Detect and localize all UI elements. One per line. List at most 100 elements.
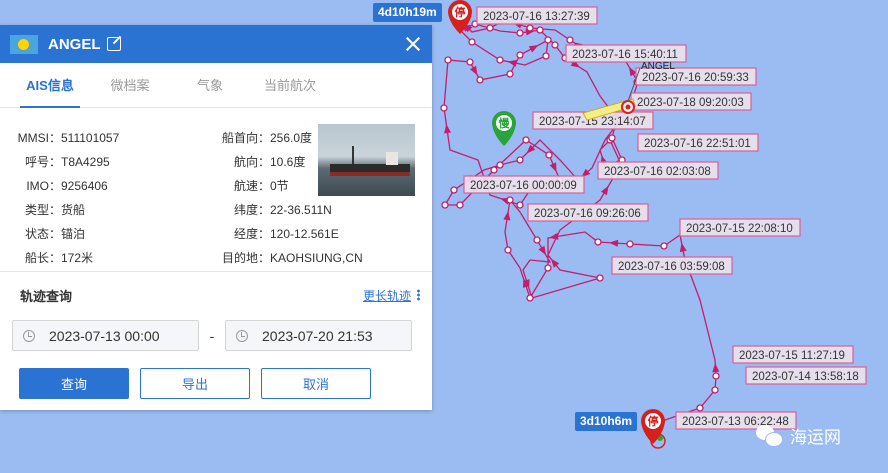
track-point[interactable] — [660, 242, 668, 250]
track-point[interactable] — [456, 201, 464, 209]
track-point[interactable] — [476, 76, 484, 84]
callsign-label: 呼号： — [24, 155, 61, 169]
lon-label: 经度： — [233, 227, 270, 241]
status-label: 状态： — [24, 227, 61, 241]
start-date-field[interactable]: 2023-07-13 00:00 — [12, 320, 199, 351]
svg-text:慢: 慢 — [499, 116, 511, 130]
track-point[interactable] — [712, 372, 720, 380]
track-point[interactable] — [496, 56, 504, 64]
track-point[interactable] — [711, 386, 719, 394]
timestamp-text: 2023-07-16 15:40:11 — [572, 49, 678, 61]
tab-micro-profile[interactable]: 微档案 — [90, 63, 170, 107]
timestamp-text: 2023-07-16 02:03:08 — [604, 166, 711, 178]
track-point[interactable] — [444, 56, 452, 64]
track-point[interactable] — [594, 238, 602, 246]
stop-duration-top: 4d10h19m — [373, 3, 442, 22]
timestamp-label: 2023-07-16 03:59:08 — [611, 256, 733, 275]
tab-current-voyage[interactable]: 当前航次 — [250, 63, 330, 107]
stop-duration-bottom: 3d10h6m — [575, 412, 638, 431]
speed-label: 航速： — [233, 179, 270, 193]
cancel-button[interactable]: 取消 — [261, 368, 371, 399]
length-label: 船长： — [24, 251, 61, 265]
svg-text:停: 停 — [455, 5, 466, 19]
timestamp-label: 2023-07-18 09:20:03 — [630, 92, 752, 111]
ship-info-panel: ANGEL AIS信息 微档案 气象 当前航次 MMSI：511101057 呼… — [0, 25, 432, 410]
track-point[interactable] — [626, 240, 634, 248]
track-point[interactable] — [440, 104, 448, 112]
track-point[interactable] — [496, 161, 504, 169]
speed-value: 0节 — [270, 179, 289, 193]
timestamp-text: 2023-07-16 13:27:39 — [483, 11, 590, 23]
track-point[interactable] — [526, 24, 534, 32]
track-point[interactable] — [450, 186, 458, 194]
dest-value: KAOHSIUNG,CN — [270, 251, 363, 265]
track-point[interactable] — [526, 294, 534, 302]
track-point[interactable] — [545, 151, 553, 159]
track-point[interactable] — [596, 274, 604, 282]
heading-label: 船首向： — [221, 131, 270, 145]
timestamp-text: 2023-07-18 09:20:03 — [637, 97, 744, 109]
tab-ais-info[interactable]: AIS信息 — [10, 63, 90, 108]
mmsi-label: MMSI： — [17, 131, 61, 145]
clock-icon — [236, 329, 248, 342]
timestamp-label: 2023-07-16 00:00:09 — [463, 175, 585, 194]
ship-photo[interactable] — [318, 124, 415, 196]
track-point[interactable] — [516, 156, 524, 164]
more-options-icon[interactable] — [417, 289, 420, 301]
longer-track-link[interactable]: 更长轨迹 — [363, 287, 411, 304]
timestamp-label: 2023-07-15 22:08:10 — [679, 218, 801, 237]
track-point[interactable] — [504, 246, 512, 254]
ais-info-grid: MMSI：511101057 呼号：T8A4295 IMO：9256406 类型… — [0, 108, 432, 271]
track-point[interactable] — [468, 38, 476, 46]
wechat-icon — [756, 424, 783, 447]
length-value: 172米 — [61, 251, 94, 265]
track-query-section: 轨迹查询 更长轨迹 2023-07-13 00:00 - 2023-07-20 … — [0, 272, 432, 399]
track-point[interactable] — [551, 41, 559, 49]
track-point[interactable] — [506, 196, 514, 204]
end-date-field[interactable]: 2023-07-20 21:53 — [225, 320, 412, 351]
track-point[interactable] — [608, 134, 616, 142]
track-point[interactable] — [566, 36, 574, 44]
timestamp-text: 2023-07-16 09:26:06 — [534, 208, 641, 220]
track-point[interactable] — [544, 264, 552, 272]
start-date-value: 2023-07-13 00:00 — [49, 327, 160, 344]
track-point[interactable] — [544, 36, 552, 44]
track-point[interactable] — [516, 201, 524, 209]
ship-label: ANGEL — [641, 61, 675, 72]
course-label: 航向： — [233, 155, 270, 169]
track-point[interactable] — [490, 166, 498, 174]
track-point[interactable] — [516, 51, 524, 59]
clock-icon — [23, 329, 35, 342]
track-point[interactable] — [506, 70, 514, 78]
track-point[interactable] — [522, 136, 530, 144]
lat-value: 22-36.511N — [270, 203, 332, 217]
query-button[interactable]: 查询 — [19, 368, 129, 399]
ship-name: ANGEL — [48, 35, 101, 53]
tab-weather[interactable]: 气象 — [170, 63, 250, 107]
timestamp-text: 2023-07-15 22:08:10 — [686, 223, 793, 235]
mmsi-value: 511101057 — [61, 131, 120, 145]
track-point[interactable] — [542, 52, 550, 60]
palau-flag-icon — [10, 34, 38, 54]
track-point[interactable] — [516, 29, 524, 37]
track-point[interactable] — [533, 236, 541, 244]
timestamp-text: 2023-07-16 03:59:08 — [618, 261, 725, 273]
timestamp-label: 2023-07-16 02:03:08 — [597, 161, 719, 180]
callsign-value: T8A4295 — [61, 155, 110, 169]
export-button[interactable]: 导出 — [140, 368, 250, 399]
track-point[interactable] — [486, 24, 494, 32]
close-icon[interactable] — [404, 35, 422, 53]
track-point[interactable] — [466, 58, 474, 66]
track-point[interactable] — [536, 26, 544, 34]
info-tabs: AIS信息 微档案 气象 当前航次 — [0, 63, 432, 108]
watermark: 海运网 — [756, 423, 841, 448]
type-value: 货船 — [61, 203, 86, 217]
track-point[interactable] — [696, 404, 704, 412]
lon-value: 120-12.561E — [270, 227, 339, 241]
watermark-text: 海运网 — [790, 428, 841, 447]
end-date-value: 2023-07-20 21:53 — [262, 327, 373, 344]
track-point[interactable] — [441, 201, 449, 209]
status-value: 锚泊 — [61, 227, 86, 241]
edit-icon[interactable] — [106, 37, 121, 51]
heading-value: 256.0度 — [270, 131, 313, 145]
